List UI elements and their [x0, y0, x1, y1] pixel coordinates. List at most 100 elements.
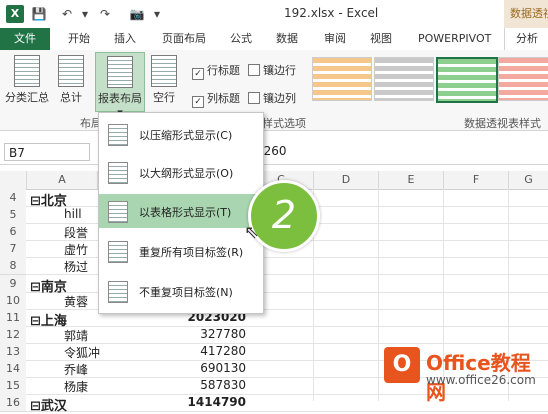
- menu-item-tabular-form[interactable]: 以表格形式显示(T): [99, 194, 261, 228]
- tab-formulas[interactable]: 公式: [230, 28, 252, 50]
- undo-dropdown-icon[interactable]: ▾: [76, 5, 94, 23]
- row-header[interactable]: 6: [0, 223, 26, 241]
- pivot-name-cell[interactable]: 乔峰: [64, 361, 88, 378]
- row-header[interactable]: 7: [0, 240, 26, 258]
- pivot-style-green-selected[interactable]: [436, 57, 498, 103]
- grand-totals-label: 总计: [60, 91, 82, 104]
- tab-view[interactable]: 视图: [370, 28, 392, 50]
- pivot-name-cell[interactable]: 杨过: [64, 258, 88, 275]
- tab-powerpivot[interactable]: POWERPIVOT: [418, 28, 491, 50]
- row-headers-label: 行标题: [207, 64, 240, 77]
- row-header[interactable]: 5: [0, 206, 26, 224]
- pivot-name-cell[interactable]: hill: [64, 207, 82, 221]
- pivot-value-cell[interactable]: 1414790: [176, 395, 246, 409]
- blank-rows-label: 空行: [153, 91, 175, 104]
- tab-review[interactable]: 审阅: [324, 28, 346, 50]
- grid-hline: [26, 326, 548, 327]
- checkbox-unchecked-icon: [248, 64, 260, 76]
- tab-analyze[interactable]: 分析: [504, 28, 548, 50]
- row-header[interactable]: 12: [0, 326, 26, 344]
- tab-data[interactable]: 数据: [276, 28, 298, 50]
- report-layout-button[interactable]: 报表布局 ▾: [95, 52, 145, 119]
- menu-item-compact-form[interactable]: 以压缩形式显示(C): [99, 117, 261, 151]
- redo-icon[interactable]: ↷: [96, 5, 114, 23]
- pivot-city-cell[interactable]: ⊟北京: [30, 190, 67, 209]
- menu-item-label: 以压缩形式显示(C): [139, 129, 233, 142]
- pivot-style-orange[interactable]: [312, 57, 372, 101]
- pivot-name-cell[interactable]: 黄蓉: [64, 293, 88, 310]
- pivot-name-cell[interactable]: 杨康: [64, 378, 88, 395]
- context-tab-group-label: 数据透视表工具: [504, 0, 548, 28]
- pivot-style-red[interactable]: [498, 57, 548, 101]
- row-headers-checkbox[interactable]: ✓ 行标题: [192, 62, 240, 80]
- pivot-value-cell[interactable]: 327780: [176, 327, 246, 341]
- pivot-value-cell[interactable]: 587830: [176, 378, 246, 392]
- pivot-value-cell[interactable]: 417280: [176, 344, 246, 358]
- row-header[interactable]: 14: [0, 360, 26, 378]
- menu-item-outline-form[interactable]: 以大纲形式显示(O): [99, 155, 261, 189]
- blank-rows-button[interactable]: 空行: [148, 55, 180, 105]
- pivot-name-cell[interactable]: 令狐冲: [64, 344, 100, 361]
- menu-item-label: 以表格形式显示(T): [139, 206, 232, 219]
- no-repeat-labels-icon: [108, 281, 128, 303]
- qat-customize-icon[interactable]: ▾: [148, 5, 166, 23]
- repeat-labels-icon: [108, 241, 128, 263]
- row-header[interactable]: 10: [0, 292, 26, 310]
- pivot-city-cell[interactable]: ⊟武汉: [30, 395, 67, 414]
- column-headers-label: 列标题: [207, 92, 240, 105]
- checkbox-checked-icon: ✓: [192, 68, 204, 80]
- tab-page-layout[interactable]: 页面布局: [162, 28, 206, 50]
- menu-item-label: 重复所有项目标签(R): [139, 246, 244, 259]
- column-header-e[interactable]: E: [379, 171, 444, 189]
- row-header[interactable]: 13: [0, 343, 26, 361]
- column-header-d[interactable]: D: [314, 171, 379, 189]
- pivot-name-cell[interactable]: 郭靖: [64, 327, 88, 344]
- row-header[interactable]: 16: [0, 394, 26, 412]
- row-header[interactable]: 8: [0, 257, 26, 275]
- pivot-value-cell[interactable]: 690130: [176, 361, 246, 375]
- window-title: 192.xlsx - Excel: [284, 6, 379, 20]
- menu-item-no-repeat-labels[interactable]: 不重复项目标签(N): [99, 274, 261, 308]
- tab-file[interactable]: 文件: [0, 28, 50, 50]
- subtotals-label: 分类汇总: [5, 91, 49, 104]
- column-header-f[interactable]: F: [444, 171, 509, 189]
- compact-form-icon: [108, 124, 128, 146]
- menu-item-label: 以大纲形式显示(O): [139, 167, 234, 180]
- excel-app-icon[interactable]: X: [6, 5, 24, 23]
- pivot-name-cell[interactable]: 段誉: [64, 224, 88, 241]
- pivot-city-cell[interactable]: ⊟南京: [30, 276, 67, 295]
- column-header-a[interactable]: A: [27, 171, 98, 189]
- grid-vline: [378, 189, 379, 401]
- subtotals-icon: [14, 55, 40, 87]
- select-all-corner[interactable]: [0, 171, 27, 189]
- tab-home[interactable]: 开始: [68, 28, 90, 50]
- grand-totals-button[interactable]: 总计: [54, 55, 88, 105]
- row-header[interactable]: 9: [0, 275, 26, 293]
- tab-insert[interactable]: 插入: [114, 28, 136, 50]
- pivot-style-gray[interactable]: [374, 57, 434, 101]
- undo-icon[interactable]: ↶: [58, 5, 76, 23]
- checkbox-checked-icon: ✓: [192, 96, 204, 108]
- pivot-name-cell[interactable]: 虚竹: [64, 241, 88, 258]
- group-label-style-options: 样式选项: [262, 117, 306, 130]
- row-header[interactable]: 15: [0, 377, 26, 395]
- menu-item-repeat-all-labels[interactable]: 重复所有项目标签(R): [99, 234, 261, 268]
- report-layout-label: 报表布局: [98, 92, 142, 105]
- name-box[interactable]: B7: [4, 143, 90, 161]
- banded-rows-label: 镶边行: [263, 64, 296, 77]
- column-headers-checkbox[interactable]: ✓ 列标题: [192, 90, 240, 108]
- watermark-url: www.office26.com: [426, 373, 536, 387]
- camera-icon[interactable]: 📷: [128, 5, 146, 23]
- grand-totals-icon: [58, 55, 84, 87]
- tabular-form-icon: [108, 201, 128, 223]
- row-header[interactable]: 4: [0, 189, 26, 207]
- column-header-g[interactable]: G: [509, 171, 548, 189]
- row-header[interactable]: 11: [0, 309, 26, 327]
- pivot-city-cell[interactable]: ⊟上海: [30, 310, 67, 329]
- watermark-logo: O: [384, 347, 420, 383]
- checkbox-unchecked-icon: [248, 92, 260, 104]
- subtotals-button[interactable]: 分类汇总: [4, 55, 50, 105]
- banded-rows-checkbox[interactable]: 镶边行: [248, 62, 296, 78]
- banded-columns-checkbox[interactable]: 镶边列: [248, 90, 296, 106]
- save-icon[interactable]: 💾: [30, 5, 48, 23]
